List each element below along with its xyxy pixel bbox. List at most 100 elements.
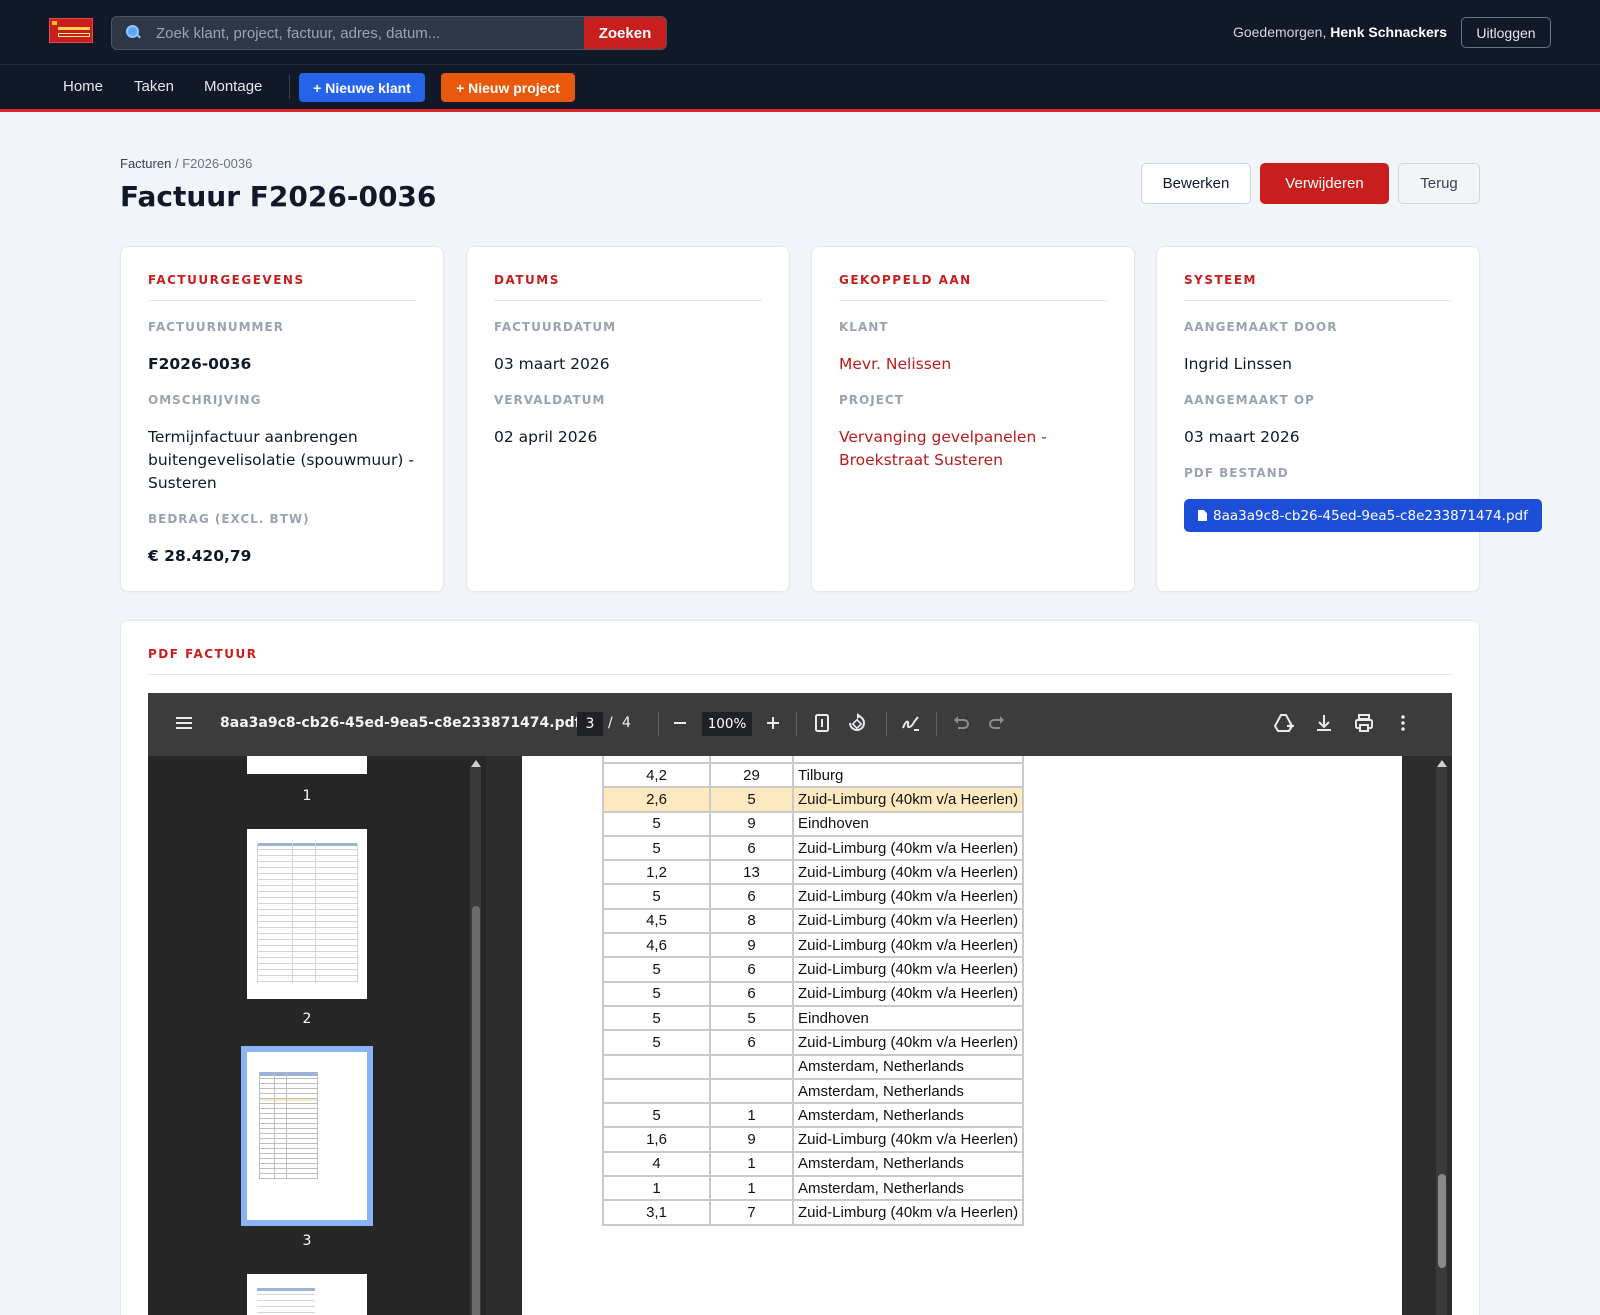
- print-icon[interactable]: [1353, 712, 1375, 734]
- table-cell-region: Zuid-Limburg (40km v/a Heerlen): [791, 932, 1025, 959]
- annotate-icon[interactable]: [900, 712, 922, 734]
- table-cell-count: 7: [709, 1199, 794, 1226]
- greeting-text: Goedemorgen,: [1232, 24, 1327, 40]
- table-row: Amsterdam, Netherlands: [602, 1077, 1025, 1105]
- search-input[interactable]: [156, 17, 566, 49]
- edit-button[interactable]: Bewerken: [1141, 163, 1251, 204]
- toolbar-divider: [658, 712, 659, 736]
- table-cell-region: Eindhoven: [791, 1004, 1025, 1032]
- table-cell-distance: 1,2: [602, 859, 711, 886]
- page-scrollbar[interactable]: [1432, 756, 1452, 1315]
- divider: [494, 300, 762, 301]
- table-cell-count: [709, 1053, 794, 1080]
- divider: [839, 300, 1107, 301]
- table-cell-region: Zuid-Limburg (40km v/a Heerlen): [791, 834, 1025, 862]
- thumbnail-label: 1: [302, 788, 312, 804]
- scrollbar-thumb[interactable]: [1438, 1174, 1446, 1268]
- delete-button[interactable]: Verwijderen: [1260, 163, 1389, 204]
- more-icon[interactable]: [1392, 712, 1414, 734]
- redo-icon[interactable]: [986, 712, 1008, 734]
- pdf-file-name: 8aa3a9c8-cb26-45ed-9ea5-c8e233871474.pdf: [1213, 507, 1528, 524]
- back-button[interactable]: Terug: [1398, 163, 1480, 204]
- zoom-out-icon[interactable]: [669, 712, 691, 734]
- undo-icon[interactable]: [950, 712, 972, 734]
- system-card: SYSTEEM AANGEMAAKT DOOR Ingrid Linssen A…: [1156, 246, 1542, 592]
- table-cell-distance: 5: [602, 834, 711, 862]
- zoom-in-icon[interactable]: [762, 712, 784, 734]
- new-project-button[interactable]: + Nieuw project: [441, 73, 575, 102]
- table-cell-count: 6: [709, 980, 794, 1007]
- card-title: GEKOPPELD AAN: [839, 273, 972, 287]
- table-cell-count: [709, 1077, 794, 1105]
- toolbar-divider: [886, 712, 887, 736]
- table-cell-distance: [602, 1077, 711, 1105]
- page-title: Factuur F2026-0036: [120, 180, 437, 213]
- table-cell-count: 29: [709, 761, 794, 789]
- search-bar: Zoeken: [111, 16, 667, 50]
- fit-page-icon[interactable]: [811, 712, 833, 734]
- new-client-button[interactable]: + Nieuwe klant: [299, 73, 425, 102]
- toolbar-divider: [936, 712, 937, 736]
- description-value: Termijnfactuur aanbrengen buitengeveliso…: [148, 428, 414, 492]
- scrollbar-thumb[interactable]: [472, 906, 480, 1315]
- table-cell-distance: 3,1: [602, 1199, 711, 1226]
- amount-label: BEDRAG (EXCL. BTW): [148, 512, 310, 526]
- table-cell-region: Amsterdam, Netherlands: [791, 1077, 1025, 1105]
- page-thumbnail-4[interactable]: [247, 1274, 367, 1315]
- zoom-level[interactable]: 100%: [702, 712, 752, 736]
- table-cell-distance: 4,2: [602, 761, 711, 789]
- rotate-icon[interactable]: [846, 712, 868, 734]
- table-cell-region: Zuid-Limburg (40km v/a Heerlen): [791, 786, 1025, 813]
- scroll-up-icon[interactable]: [1437, 760, 1447, 767]
- table-row: 5 1 Amsterdam, Netherlands: [602, 1102, 1025, 1129]
- nav-montage[interactable]: Montage: [204, 78, 262, 95]
- table-row: 5 6 Zuid-Limburg (40km v/a Heerlen): [602, 956, 1025, 983]
- page-number-input[interactable]: 3: [577, 712, 603, 736]
- divider: [1184, 300, 1452, 301]
- scroll-up-icon[interactable]: [471, 760, 481, 767]
- table-cell-distance: 4,5: [602, 907, 711, 935]
- total-pages: 4: [622, 715, 631, 731]
- thumbnail-label: 2: [302, 1011, 312, 1027]
- client-link[interactable]: Mevr. Nelissen: [839, 353, 1109, 376]
- page-thumbnail-1[interactable]: [247, 756, 367, 774]
- page-thumbnail-2[interactable]: [247, 829, 367, 999]
- nav-tasks[interactable]: Taken: [134, 78, 174, 95]
- nav-home[interactable]: Home: [63, 78, 103, 95]
- search-icon: [126, 25, 140, 39]
- download-icon[interactable]: [1313, 712, 1335, 734]
- created-on-label: AANGEMAAKT OP: [1184, 393, 1315, 407]
- pdf-filename: 8aa3a9c8-cb26-45ed-9ea5-c8e233871474.pdf: [220, 715, 581, 731]
- section-title: PDF FACTUUR: [148, 647, 258, 661]
- drive-icon[interactable]: [1273, 712, 1295, 734]
- pdf-file-link[interactable]: 8aa3a9c8-cb26-45ed-9ea5-c8e233871474.pdf: [1184, 499, 1542, 532]
- thumbnail-scrollbar[interactable]: [466, 756, 486, 1315]
- logout-button[interactable]: Uitloggen: [1461, 17, 1551, 48]
- table-cell-region: Amsterdam, Netherlands: [791, 1150, 1025, 1178]
- table-cell-count: 9: [709, 932, 794, 959]
- menu-icon[interactable]: [173, 712, 195, 734]
- table-row: 1,6 9 Zuid-Limburg (40km v/a Heerlen): [602, 1126, 1025, 1153]
- table-cell-count: 6: [709, 834, 794, 862]
- table-cell-distance: 2,6: [602, 786, 711, 813]
- nav-divider: [289, 75, 290, 99]
- created-by-label: AANGEMAAKT DOOR: [1184, 320, 1338, 334]
- table-row: 4,2 29 Tilburg: [602, 761, 1025, 789]
- table-cell-count: 13: [709, 859, 794, 886]
- table-cell-count: 9: [709, 810, 794, 837]
- table-cell-distance: 5: [602, 1029, 711, 1056]
- search-button[interactable]: Zoeken: [584, 17, 666, 49]
- page-thumbnail-3[interactable]: [247, 1052, 367, 1220]
- breadcrumb-current: F2026-0036: [182, 156, 253, 171]
- table-cell-region: Zuid-Limburg (40km v/a Heerlen): [791, 1126, 1025, 1153]
- table-row: 2,6 5 Zuid-Limburg (40km v/a Heerlen): [602, 786, 1025, 813]
- table-cell-count: 6: [709, 1029, 794, 1056]
- client-label: KLANT: [839, 320, 889, 334]
- project-link[interactable]: Vervanging gevelpanelen - Broekstraat Su…: [839, 426, 1069, 472]
- company-logo[interactable]: [49, 18, 93, 43]
- page-separator: /: [608, 715, 613, 731]
- main-nav: Home Taken Montage + Nieuwe klant + Nieu…: [0, 65, 1600, 112]
- table-cell-region: Zuid-Limburg (40km v/a Heerlen): [791, 1199, 1025, 1226]
- breadcrumb-invoices-link[interactable]: Facturen: [120, 156, 171, 171]
- table-cell-region: Zuid-Limburg (40km v/a Heerlen): [791, 980, 1025, 1007]
